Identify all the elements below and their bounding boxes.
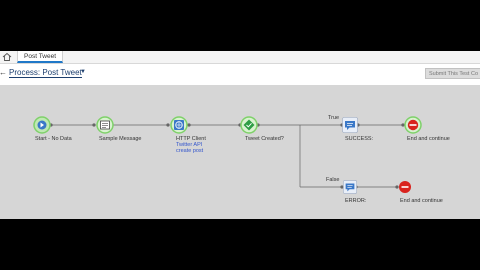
back-arrow-icon[interactable]: ←	[0, 68, 7, 77]
error-node-label: ERROR:	[345, 198, 367, 204]
chevron-down-icon[interactable]: ▼	[80, 69, 86, 75]
decision-node-icon[interactable]	[240, 116, 258, 134]
decision-node-label: Tweet Created?	[245, 136, 284, 142]
end-false-label: End and continue	[400, 198, 443, 204]
process-editor: Post Tweet ← Process: Post Tweet ▼ Submi…	[0, 51, 480, 219]
end-true-label: End and continue	[407, 136, 450, 142]
http-client-node-icon[interactable]	[170, 116, 188, 134]
http-node-operation[interactable]: create post	[176, 148, 203, 154]
message-node-label: Sample Message	[99, 136, 142, 142]
process-canvas[interactable]: Start - No Data Sample Message HTTP Clie…	[0, 85, 480, 219]
tab-bar: Post Tweet	[0, 51, 480, 64]
message-node-icon[interactable]	[96, 116, 114, 134]
home-icon[interactable]	[2, 52, 12, 62]
end-node-icon[interactable]	[404, 116, 422, 134]
true-branch-label: True	[328, 115, 340, 121]
submit-test-button[interactable]: Submit This Test Co	[425, 68, 480, 79]
success-message-node-icon[interactable]	[342, 117, 358, 133]
success-node-label: SUCCESS:	[345, 136, 374, 142]
false-branch-label: False	[326, 177, 340, 183]
end-stop-icon[interactable]	[398, 180, 412, 194]
toolbar: ← Process: Post Tweet ▼ Submit This Test…	[0, 64, 480, 83]
error-message-node-icon[interactable]	[343, 180, 357, 194]
start-node-icon[interactable]	[33, 116, 51, 134]
process-title[interactable]: Process: Post Tweet	[9, 68, 82, 78]
start-node-label: Start - No Data	[35, 136, 72, 142]
tab-post-tweet[interactable]: Post Tweet	[17, 51, 64, 63]
